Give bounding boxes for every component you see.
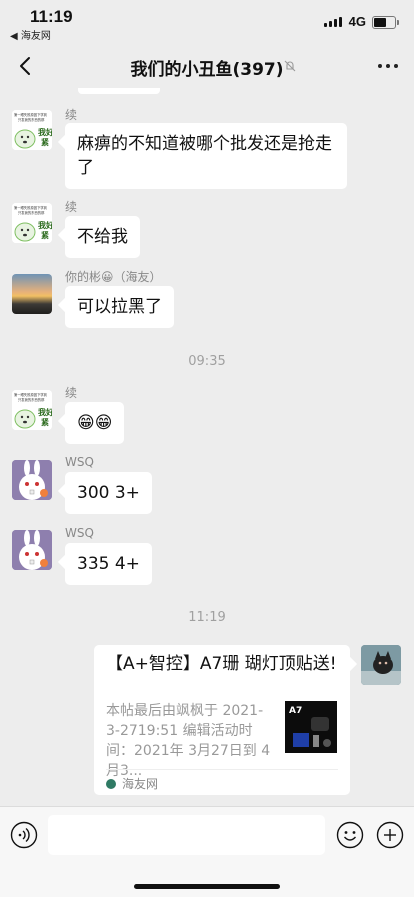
link-card-source: 海友网 (106, 775, 158, 792)
message-bubble[interactable]: 可以拉黑了 (65, 286, 174, 328)
message-bubble[interactable]: 😁😁 (65, 402, 125, 444)
partial-message-bubble (78, 88, 160, 94)
message-input[interactable] (48, 815, 325, 855)
avatar[interactable]: 第一眼失败原因下学到 只发我的东西的那 我好 紧 (12, 110, 52, 150)
svg-text:只发我的东西的那: 只发我的东西的那 (18, 397, 45, 402)
more-dots-icon[interactable] (378, 64, 398, 68)
message-bubble[interactable]: 麻痹的不知道被哪个批发还是抢走了 (65, 123, 347, 189)
site-logo-icon (106, 778, 116, 789)
message-bubble[interactable]: 335 4+ (65, 543, 152, 585)
back-to-app-link[interactable]: ◀ 海友网 (10, 27, 51, 42)
status-bar: 11:19 ◀ 海友网 4G (0, 0, 414, 44)
voice-icon[interactable] (10, 821, 38, 849)
emoji-icon[interactable] (336, 821, 364, 849)
home-indicator (134, 884, 280, 889)
sticker-avatar-image: 第一眼失败原因下学到 只发我的东西的那 我好 紧 (12, 390, 52, 430)
chat-timestamp: 09:35 (188, 354, 226, 369)
sticker-avatar-image: 第一眼失败原因下学到 只发我的东西的那 我好 紧 (12, 110, 52, 150)
svg-text:紧: 紧 (41, 138, 49, 147)
avatar[interactable] (12, 530, 52, 570)
sticker-avatar-image: 第一眼失败原因下学到 只发我的东西的那 我好 紧 (12, 203, 52, 243)
svg-text:第一眼失败原因下学到: 第一眼失败原因下学到 (14, 392, 47, 397)
svg-text:我好: 我好 (38, 407, 52, 417)
sender-name: WSQ (65, 455, 94, 469)
link-card-title: 【A+智控】A7珊 瑚灯顶贴送! (106, 654, 337, 674)
chat-header: 我们的小丑鱼(397) (0, 44, 414, 88)
rabbit-avatar-image (12, 460, 52, 500)
rabbit-avatar-image (12, 530, 52, 570)
status-time: 11:19 (30, 7, 73, 26)
battery-icon (372, 16, 399, 29)
shared-link-card[interactable]: 【A+智控】A7珊 瑚灯顶贴送! 本帖最后由飒枫于 2021-3-2719:51… (94, 645, 350, 795)
plus-icon[interactable] (376, 821, 404, 849)
chat-title: 我们的小丑鱼(397) (130, 60, 284, 80)
avatar[interactable]: 第一眼失败原因下学到 只发我的东西的那 我好 紧 (12, 203, 52, 243)
sender-name: 你的彬😀（海友） (65, 270, 162, 284)
svg-text:只发我的东西的那: 只发我的东西的那 (18, 117, 45, 122)
sender-name: 续 (65, 386, 78, 400)
sender-name: WSQ (65, 526, 94, 540)
message-bubble[interactable]: 300 3+ (65, 472, 152, 514)
link-card-source-name: 海友网 (122, 777, 159, 791)
svg-text:A7: A7 (289, 706, 302, 716)
chat-messages[interactable]: 第一眼失败原因下学到 只发我的东西的那 我好 紧 续 麻痹的不知道被哪个批发还是… (0, 88, 414, 806)
sender-name: 续 (65, 200, 78, 214)
svg-text:我好: 我好 (38, 127, 52, 137)
avatar[interactable] (12, 274, 52, 314)
chat-timestamp: 11:19 (188, 610, 226, 625)
my-avatar[interactable] (361, 645, 401, 685)
sender-name: 续 (65, 108, 78, 122)
svg-text:第一眼失败原因下学到: 第一眼失败原因下学到 (14, 205, 47, 210)
message-bubble[interactable]: 不给我 (65, 216, 140, 258)
divider (106, 769, 338, 770)
svg-text:紧: 紧 (41, 231, 49, 240)
svg-text:第一眼失败原因下学到: 第一眼失败原因下学到 (14, 112, 47, 117)
svg-text:紧: 紧 (41, 418, 49, 427)
svg-text:只发我的东西的那: 只发我的东西的那 (18, 210, 45, 215)
cellular-signal-icon (324, 17, 342, 27)
avatar[interactable]: 第一眼失败原因下学到 只发我的东西的那 我好 紧 (12, 390, 52, 430)
link-card-thumbnail: A7 (285, 701, 337, 753)
svg-text:我好: 我好 (38, 220, 52, 230)
bell-muted-icon (284, 60, 296, 72)
avatar[interactable] (12, 460, 52, 500)
cat-avatar-image (361, 645, 401, 685)
network-type: 4G (348, 14, 366, 29)
